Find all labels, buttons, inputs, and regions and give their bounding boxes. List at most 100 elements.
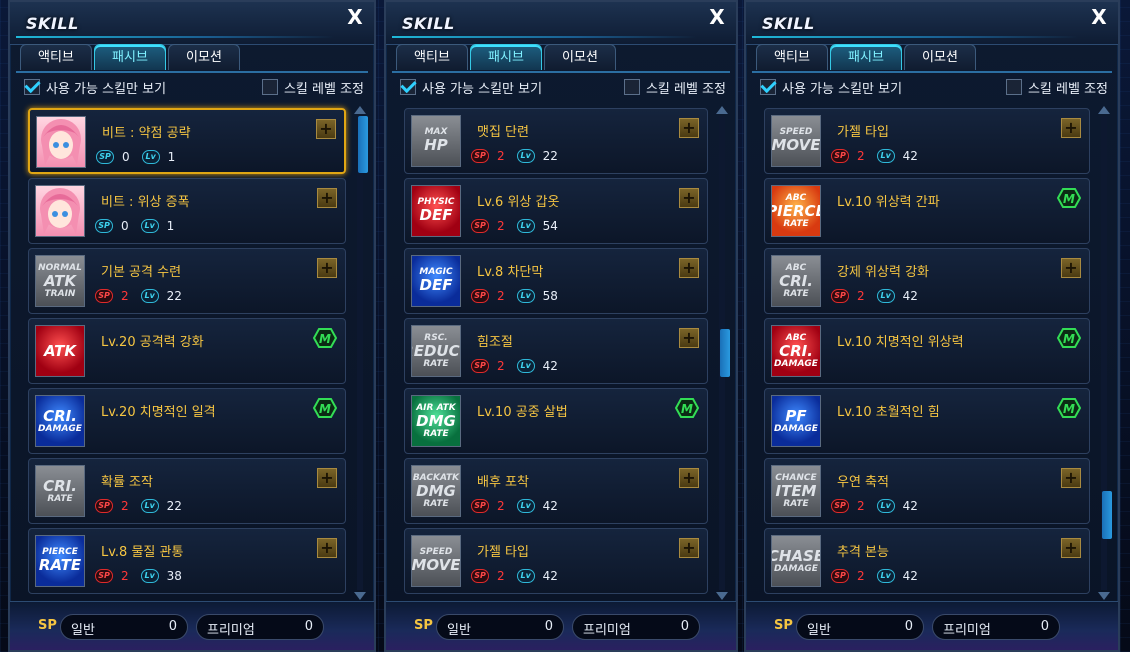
level-up-button[interactable]: + — [679, 328, 699, 348]
skill-item[interactable]: CHANCE ITEM RATE 우연 축적 + SP 2 Lv 42 — [764, 458, 1090, 524]
skill-item[interactable]: 비트 : 약점 공략 + SP 0 Lv 1 — [28, 108, 346, 174]
tab-passive-skills[interactable]: 패시브 — [470, 44, 542, 70]
icon-bottom-text: RATE — [783, 218, 809, 229]
level-up-button[interactable]: + — [679, 538, 699, 558]
skill-item[interactable]: BACKATK DMG RATE 배후 포착 + SP 2 Lv 42 — [404, 458, 708, 524]
scrollbar[interactable] — [716, 106, 730, 600]
available-only-option[interactable]: 사용 가능 스킬만 보기 — [400, 78, 542, 97]
available-only-checkbox[interactable] — [24, 79, 40, 95]
scroll-up-icon[interactable] — [716, 106, 728, 114]
sp-badge-icon: SP — [471, 219, 489, 233]
scroll-down-icon[interactable] — [716, 592, 728, 600]
skill-icon: PIERCE RATE — [35, 535, 85, 587]
skill-item[interactable]: SPEED MOVE 가젤 타입 + SP 2 Lv 42 — [764, 108, 1090, 174]
lv-badge-icon: Lv — [516, 289, 535, 303]
level-up-button[interactable]: + — [316, 119, 336, 139]
tab-passive-skills[interactable]: 패시브 — [94, 44, 166, 70]
scroll-thumb[interactable] — [1102, 491, 1112, 539]
sp-badge-icon: SP — [471, 289, 489, 303]
skill-item[interactable]: CRI. DAMAGE Lv.20 치명적인 일격 M — [28, 388, 346, 454]
tab-active-skills[interactable]: 액티브 — [396, 44, 468, 70]
sp-cost: 2 — [857, 499, 865, 513]
available-only-option[interactable]: 사용 가능 스킬만 보기 — [760, 78, 902, 97]
icon-bottom-text: RATE — [423, 428, 449, 439]
skill-panel-2: SKILL X 액티브 패시브 이모션 사용 가능 스킬만 보기 스킬 레벨 조정 MAX HP… — [384, 0, 738, 652]
skill-item[interactable]: ABCPIERCERATE Lv.10 위상력 간파 M — [764, 178, 1090, 244]
skill-item[interactable]: MAX HP 맷집 단련 + SP 2 Lv 22 — [404, 108, 708, 174]
skill-item[interactable]: PHYSIC DEF Lv.6 위상 갑옷 + SP 2 Lv 54 — [404, 178, 708, 244]
level-adjust-option[interactable]: 스킬 레벨 조정 — [623, 78, 726, 97]
level-adjust-option[interactable]: 스킬 레벨 조정 — [261, 78, 364, 97]
sp-badge-icon: SP — [471, 149, 489, 163]
level-up-button[interactable]: + — [317, 258, 337, 278]
icon-bottom-text: DAMAGE — [774, 358, 818, 369]
skill-item[interactable]: MAGIC DEF Lv.8 차단막 + SP 2 Lv 58 — [404, 248, 708, 314]
level-up-button[interactable]: + — [679, 468, 699, 488]
skill-name: 가젤 타입 — [837, 125, 889, 140]
skill-item[interactable]: RSC.REDUCERATE 힘조절 + SP 2 Lv 42 — [404, 318, 708, 384]
close-button[interactable]: X — [344, 6, 366, 28]
level-up-button[interactable]: + — [679, 188, 699, 208]
skill-item[interactable]: SPEED MOVE 가젤 타입 + SP 2 Lv 42 — [404, 528, 708, 594]
tab-emotion[interactable]: 이모션 — [544, 44, 616, 70]
tab-passive-skills[interactable]: 패시브 — [830, 44, 902, 70]
skill-item[interactable]: NORMAL ATK TRAIN 기본 공격 수련 + SP 2 Lv 22 — [28, 248, 346, 314]
level-up-button[interactable]: + — [317, 468, 337, 488]
level-up-button[interactable]: + — [1061, 538, 1081, 558]
tab-active-skills[interactable]: 액티브 — [20, 44, 92, 70]
scroll-up-icon[interactable] — [1098, 106, 1110, 114]
scroll-track[interactable] — [357, 116, 368, 590]
skill-item[interactable]: ABC CRI. RATE 강제 위상력 강화 + SP 2 Lv 42 — [764, 248, 1090, 314]
scrollbar[interactable] — [1098, 106, 1112, 600]
level-up-button[interactable]: + — [679, 118, 699, 138]
scroll-thumb[interactable] — [720, 329, 730, 377]
scroll-track[interactable] — [719, 116, 730, 590]
icon-main-text: MOVE — [411, 556, 461, 574]
level-adjust-checkbox[interactable] — [1005, 79, 1022, 95]
title-bar: SKILL X — [10, 2, 374, 45]
icon-main-text: CRI. — [779, 271, 813, 290]
available-only-option[interactable]: 사용 가능 스킬만 보기 — [24, 78, 166, 97]
available-only-checkbox[interactable] — [400, 79, 416, 95]
skill-item[interactable]: AIR ATK DMG RATE Lv.10 공중 살법 M — [404, 388, 708, 454]
skill-list: MAX HP 맷집 단련 + SP 2 Lv 22 PHYSIC DEF Lv.6 위상 갑옷 + SP… — [404, 108, 708, 598]
skill-item[interactable]: CRI. RATE 확률 조작 + SP 2 Lv 22 — [28, 458, 346, 524]
level-up-button[interactable]: + — [317, 538, 337, 558]
skill-item[interactable]: CHASEDAMAGE 추격 본능 + SP 2 Lv 42 — [764, 528, 1090, 594]
close-button[interactable]: X — [1088, 6, 1110, 28]
skill-item[interactable]: ABC CRI. DAMAGE Lv.10 치명적인 위상력 M — [764, 318, 1090, 384]
level-up-button[interactable]: + — [679, 258, 699, 278]
tab-emotion[interactable]: 이모션 — [904, 44, 976, 70]
skill-item[interactable]: 비트 : 위상 증폭 + SP 0 Lv 1 — [28, 178, 346, 244]
close-button[interactable]: X — [706, 6, 728, 28]
scrollbar[interactable] — [354, 106, 368, 600]
scroll-down-icon[interactable] — [354, 592, 366, 600]
tab-active-skills[interactable]: 액티브 — [756, 44, 828, 70]
scroll-up-icon[interactable] — [354, 106, 366, 114]
level-adjust-option[interactable]: 스킬 레벨 조정 — [1005, 78, 1108, 97]
required-level: 58 — [542, 289, 558, 303]
scroll-down-icon[interactable] — [1098, 592, 1110, 600]
skill-item[interactable]: PF DAMAGE Lv.10 초월적인 힘 M — [764, 388, 1090, 454]
icon-main-text: RATE — [38, 556, 82, 574]
tab-emotion[interactable]: 이모션 — [168, 44, 240, 70]
lv-badge-icon: Lv — [516, 569, 535, 583]
lv-badge-icon: Lv — [876, 149, 895, 163]
available-only-label: 사용 가능 스킬만 보기 — [782, 81, 903, 97]
scroll-track[interactable] — [1101, 116, 1112, 590]
level-up-button[interactable]: + — [317, 188, 337, 208]
skill-icon: CRI. DAMAGE — [35, 395, 85, 447]
level-up-button[interactable]: + — [1061, 468, 1081, 488]
level-adjust-checkbox[interactable] — [261, 79, 278, 95]
skill-item[interactable]: ATK Lv.20 공격력 강화 M — [28, 318, 346, 384]
character-portrait-icon — [36, 116, 86, 168]
available-only-checkbox[interactable] — [760, 79, 776, 95]
skill-item[interactable]: PIERCE RATE Lv.8 물질 관통 + SP 2 Lv 38 — [28, 528, 346, 594]
level-adjust-checkbox[interactable] — [623, 79, 640, 95]
scroll-thumb[interactable] — [358, 116, 368, 173]
level-up-button[interactable]: + — [1061, 118, 1081, 138]
sp-cost: 2 — [497, 149, 505, 163]
icon-main-text: DEF — [419, 206, 453, 224]
icon-main-text: DMG — [416, 411, 456, 430]
level-up-button[interactable]: + — [1061, 258, 1081, 278]
